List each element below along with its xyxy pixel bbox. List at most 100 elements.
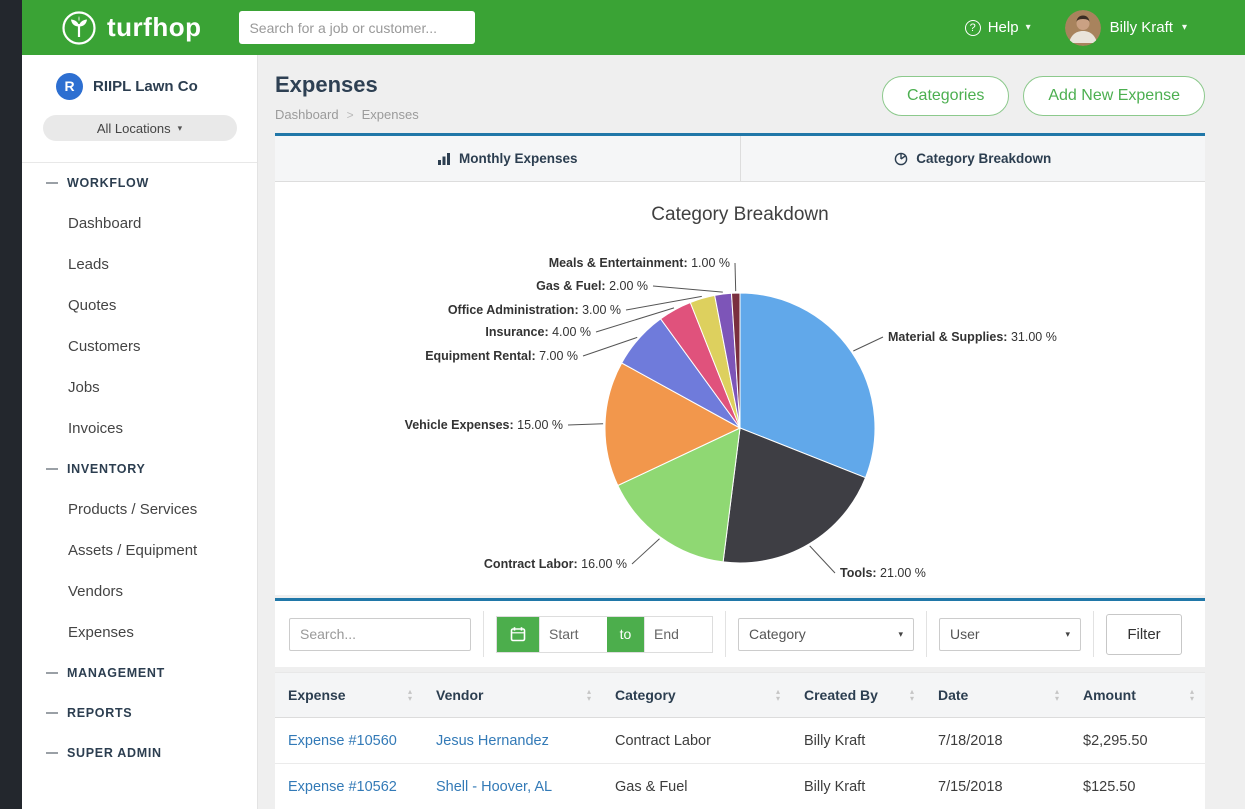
brand-name: turfhop (107, 12, 201, 43)
column-header-amount[interactable]: Amount▴▾ (1070, 673, 1205, 718)
chevron-down-icon: ▾ (1065, 629, 1070, 640)
cell-expense[interactable]: Expense #10562 (275, 764, 423, 809)
user-select[interactable]: User ▾ (939, 618, 1081, 651)
cell-expense[interactable]: Expense #10560 (275, 718, 423, 764)
pie-label-tools: Tools: 21.00 % (840, 566, 926, 580)
sidebar-item-dashboard[interactable]: Dashboard (22, 203, 257, 244)
column-header-category[interactable]: Category ▴▾ (602, 673, 791, 718)
sidebar-item-customers[interactable]: Customers (22, 326, 257, 367)
user-select-value: User (950, 626, 980, 642)
sidebar-section-label: WORKFLOW (67, 176, 149, 190)
sidebar-item-assets-equipment[interactable]: Assets / Equipment (22, 530, 257, 571)
table-search-input[interactable] (289, 618, 471, 651)
user-name: Billy Kraft (1110, 19, 1173, 36)
date-to-label: to (607, 617, 644, 652)
breadcrumb-dashboard[interactable]: Dashboard (275, 107, 339, 122)
sort-icon[interactable]: ▴▾ (408, 688, 412, 702)
date-range-picker: to (496, 616, 713, 653)
sort-icon[interactable]: ▴▾ (587, 688, 591, 702)
table-row: Expense #10562 Shell - Hoover, AL Gas & Fu… (275, 764, 1205, 809)
sidebar-section-super-admin: SUPER ADMIN (22, 733, 257, 773)
sidebar-item-products-services[interactable]: Products / Services (22, 489, 257, 530)
pie-label-leader-line (568, 424, 603, 425)
sort-icon[interactable]: ▴▾ (776, 688, 780, 702)
sidebar-item-invoices[interactable]: Invoices (22, 408, 257, 449)
cell-vendor[interactable]: Shell - Hoover, AL (423, 764, 602, 809)
top-header: turfhop ? Help ▾ Billy Kraft (22, 0, 1245, 55)
sidebar-section-header: SUPER ADMIN (22, 733, 257, 773)
turfhop-leaf-icon (60, 9, 98, 47)
pie-label-leader-line (853, 337, 883, 351)
pie-chart: Material & Supplies: 31.00 %Tools: 21.00… (275, 230, 1205, 595)
filter-divider (483, 611, 484, 657)
chevron-down-icon: ▾ (1026, 22, 1031, 33)
table-row: Expense #10560Jesus HernandezContract La… (275, 718, 1205, 764)
location-selector[interactable]: All Locations ▾ (43, 115, 237, 141)
vendor-link[interactable]: Shell - Hoover, AL (436, 779, 552, 795)
sort-icon[interactable]: ▴▾ (1055, 688, 1059, 702)
sidebar-item-vendors[interactable]: Vendors (22, 571, 257, 612)
expense-link[interactable]: Expense #10560 (288, 733, 397, 749)
sort-icon[interactable]: ▴▾ (1190, 688, 1194, 702)
cell-date: 7/18/2018 (925, 718, 1070, 764)
help-label: Help (988, 19, 1019, 36)
dash-icon (46, 712, 58, 714)
column-header-label: Category (615, 687, 676, 703)
chart-tabs: Monthly Expenses Category Breakdown (275, 133, 1205, 182)
calendar-button[interactable] (497, 617, 539, 652)
chart-title: Category Breakdown (275, 182, 1205, 230)
cell-category: Gas & Fuel (602, 764, 791, 809)
tab-label: Monthly Expenses (459, 151, 578, 166)
sidebar-item-expenses[interactable]: Expenses (22, 612, 257, 653)
main-content: Expenses Dashboard > Expenses Categories… (258, 55, 1245, 809)
sidebar-item-leads[interactable]: Leads (22, 244, 257, 285)
brand-logo[interactable]: turfhop (60, 9, 201, 47)
page-actions: Categories Add New Expense (882, 76, 1205, 116)
sidebar-section-label: REPORTS (67, 706, 132, 720)
category-breakdown-chart-card: Category Breakdown Material & Supplies: … (275, 182, 1205, 595)
pie-label-leader-line (632, 539, 660, 564)
category-select[interactable]: Category ▾ (738, 618, 914, 651)
column-header-expense[interactable]: Expense▴▾ (275, 673, 423, 718)
sidebar-section-label: INVENTORY (67, 462, 146, 476)
sidebar-section-header: MANAGEMENT (22, 653, 257, 693)
filter-button[interactable]: Filter (1106, 614, 1182, 655)
breadcrumb: Dashboard > Expenses (275, 107, 419, 122)
cell-amount: $125.50 (1070, 764, 1205, 809)
column-header-date[interactable]: Date ▴▾ (925, 673, 1070, 718)
user-menu[interactable]: Billy Kraft ▾ (1065, 10, 1187, 46)
column-header-label: Vendor (436, 687, 483, 703)
sidebar-section-label: MANAGEMENT (67, 666, 165, 680)
bar-chart-icon (437, 152, 451, 166)
categories-button[interactable]: Categories (882, 76, 1009, 116)
sidebar-section-management: MANAGEMENT (22, 653, 257, 693)
column-header-label: Created By (804, 687, 878, 703)
sidebar-item-jobs[interactable]: Jobs (22, 367, 257, 408)
expense-link[interactable]: Expense #10562 (288, 779, 397, 795)
column-header-label: Date (938, 687, 968, 703)
pie-label-leader-line (653, 286, 723, 292)
pie-label-office-administration: Office Administration: 3.00 % (448, 303, 621, 317)
pie-label-contract-labor: Contract Labor: 16.00 % (484, 557, 627, 571)
date-start-input[interactable] (539, 617, 607, 652)
column-header-created-by[interactable]: Created By ▴▾ (791, 673, 925, 718)
company-name: RIIPL Lawn Co (93, 78, 198, 95)
sidebar-section-header: INVENTORY (22, 449, 257, 489)
cell-vendor[interactable]: Jesus Hernandez (423, 718, 602, 764)
dash-icon (46, 468, 58, 470)
global-search-input[interactable] (239, 11, 475, 44)
add-new-expense-button[interactable]: Add New Expense (1023, 76, 1205, 116)
pie-chart-icon (894, 152, 908, 166)
date-end-input[interactable] (644, 617, 712, 652)
help-menu[interactable]: ? Help ▾ (965, 19, 1031, 36)
sort-icon[interactable]: ▴▾ (910, 688, 914, 702)
column-header-vendor[interactable]: Vendor ▴▾ (423, 673, 602, 718)
page-title: Expenses (275, 72, 419, 98)
sidebar-section-reports: REPORTS (22, 693, 257, 733)
table-header-row: Expense▴▾Vendor▴▾Category▴▾Created By▴▾D… (275, 673, 1205, 718)
tab-category-breakdown[interactable]: Category Breakdown (741, 136, 1206, 181)
tab-monthly-expenses[interactable]: Monthly Expenses (275, 136, 741, 181)
pie-label-insurance: Insurance: 4.00 % (485, 325, 591, 339)
vendor-link[interactable]: Jesus Hernandez (436, 733, 549, 749)
sidebar-item-quotes[interactable]: Quotes (22, 285, 257, 326)
